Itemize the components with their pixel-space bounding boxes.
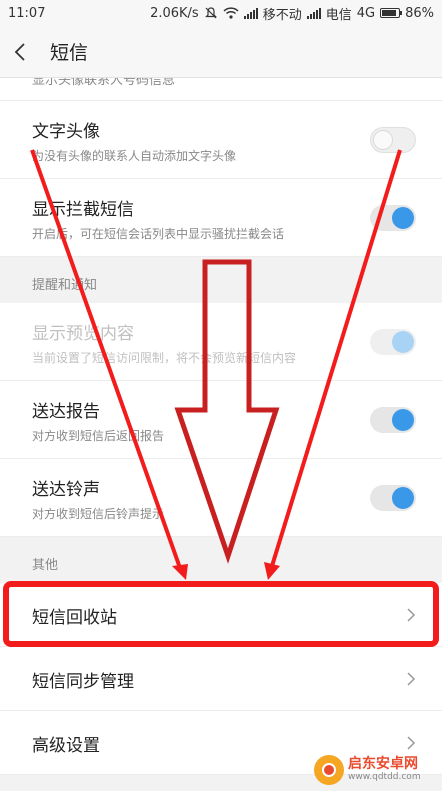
setting-delivery-ringtone[interactable]: 送达铃声 对方收到短信后铃声提示 — [0, 459, 442, 537]
signal-icon-2 — [306, 7, 321, 19]
page-title: 短信 — [50, 42, 89, 64]
section-title: 其他 — [32, 558, 59, 573]
setting-preview-content: 显示预览内容 当前设置了短信访问限制，将不会预览新短信内容 — [0, 303, 442, 381]
setting-show-blocked[interactable]: 显示拦截短信 开启后，可在短信会话列表中显示骚扰拦截会话 — [0, 179, 442, 257]
battery-icon — [380, 8, 403, 18]
section-header-notify: 提醒和通知 — [0, 257, 442, 303]
setting-recycle-bin[interactable]: 短信回收站 — [0, 583, 442, 647]
delivery-report-toggle[interactable] — [370, 406, 416, 433]
setting-title: 高级设置 — [32, 736, 100, 756]
chevron-right-icon — [407, 671, 416, 686]
settings-list: 显示头像联系人号码信息 文字头像 为没有头像的联系人自动添加文字头像 显示拦截短… — [0, 78, 442, 775]
preview-content-toggle — [370, 328, 416, 355]
setting-subtitle: 对方收到短信后铃声提示 — [32, 507, 165, 521]
watermark-logo-icon — [314, 755, 344, 785]
carrier-1: 移不动 — [262, 7, 302, 23]
setting-title: 文字头像 — [32, 122, 100, 142]
setting-subtitle: 为没有头像的联系人自动添加文字头像 — [32, 149, 237, 163]
mute-icon — [204, 7, 217, 19]
section-title: 提醒和通知 — [32, 278, 98, 293]
setting-title: 短信回收站 — [32, 608, 117, 628]
back-button[interactable] — [14, 41, 36, 63]
setting-subtitle: 当前设置了短信访问限制，将不会预览新短信内容 — [32, 351, 297, 365]
setting-title: 显示拦截短信 — [32, 200, 134, 220]
setting-title: 短信同步管理 — [32, 672, 134, 692]
app-header: 短信 — [0, 26, 442, 78]
setting-text-avatar[interactable]: 文字头像 为没有头像的联系人自动添加文字头像 — [0, 101, 442, 179]
chevron-right-icon — [407, 607, 416, 622]
setting-subtitle: 对方收到短信后返回报告 — [32, 429, 165, 443]
watermark-url: www.qdtdd.com — [348, 771, 421, 782]
delivery-ringtone-toggle[interactable] — [370, 484, 416, 511]
setting-title: 送达铃声 — [32, 480, 100, 500]
setting-subtitle: 开启后，可在短信会话列表中显示骚扰拦截会话 — [32, 227, 285, 241]
setting-title: 送达报告 — [32, 402, 100, 422]
status-indicators: 2.06K/s 移不动 电信 4G 86% — [150, 4, 434, 23]
network-type: 4G — [356, 5, 376, 21]
status-bar: 11:07 2.06K/s 移不动 电信 4G 86% — [0, 0, 442, 26]
setting-delivery-report[interactable]: 送达报告 对方收到短信后返回报告 — [0, 381, 442, 459]
show-blocked-toggle[interactable] — [370, 204, 416, 231]
network-speed: 2.06K/s — [150, 5, 199, 21]
section-header-other: 其他 — [0, 537, 442, 583]
chevron-right-icon — [407, 735, 416, 750]
watermark: 启东安卓网 www.qdtdd.com — [314, 752, 438, 788]
carrier-2: 电信 — [325, 7, 352, 23]
wifi-icon — [223, 7, 239, 19]
status-time: 11:07 — [8, 5, 46, 21]
partial-setting-row[interactable]: 显示头像联系人号码信息 — [0, 78, 442, 101]
battery-level: 86% — [405, 5, 434, 21]
setting-title: 显示预览内容 — [32, 324, 134, 344]
text-avatar-toggle[interactable] — [370, 126, 416, 153]
signal-icon — [243, 7, 258, 19]
watermark-name: 启东安卓网 — [348, 756, 418, 773]
setting-sync-management[interactable]: 短信同步管理 — [0, 647, 442, 711]
partial-setting-title: 显示头像联系人号码信息 — [32, 78, 176, 88]
chevron-left-icon — [14, 42, 25, 61]
